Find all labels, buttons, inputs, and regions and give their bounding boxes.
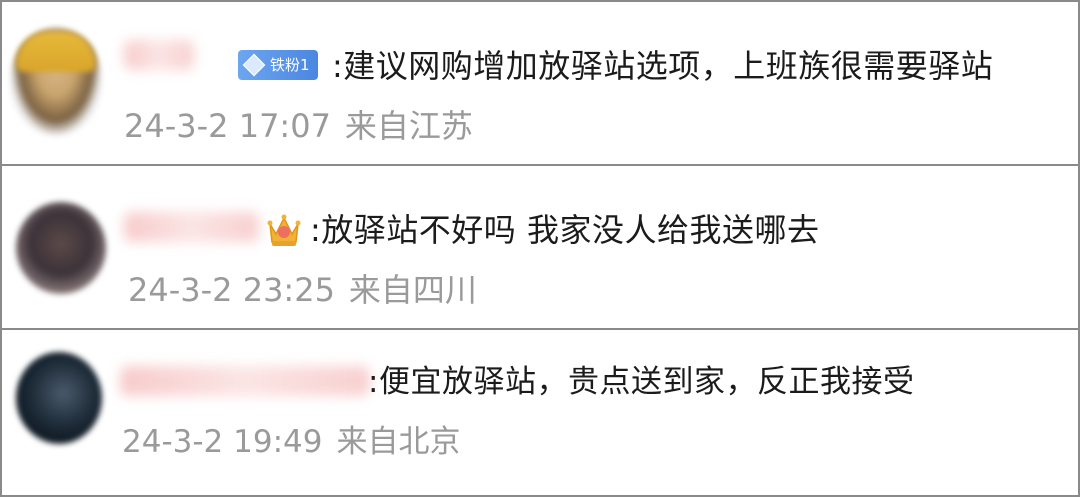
comment-meta: 24-3-2 23:25 来自四川: [128, 270, 477, 310]
comment-item: 铁粉1 :建议网购增加放驿站选项，上班族很需要驿站 24-3-2 17:07 来…: [0, 0, 1080, 166]
diamond-icon: [242, 53, 266, 77]
comment-text: :建议网购增加放驿站选项，上班族很需要驿站: [332, 47, 994, 85]
username-blurred[interactable]: [124, 212, 259, 242]
comment-meta: 24-3-2 19:49 来自北京: [122, 422, 460, 462]
username-blurred[interactable]: [120, 366, 370, 396]
comment-meta: 24-3-2 17:07 来自江苏: [124, 106, 473, 146]
comment-text: :便宜放驿站，贵点送到家，反正我接受: [368, 364, 915, 400]
comment-location: 来自四川: [348, 271, 477, 309]
avatar[interactable]: [16, 352, 102, 444]
crown-icon: [267, 214, 301, 246]
comment-text: :放驿站不好吗 我家没人给我送哪去: [310, 211, 820, 249]
comment-item: :便宜放驿站，贵点送到家，反正我接受 24-3-2 19:49 来自北京: [0, 328, 1080, 497]
comment-item: :放驿站不好吗 我家没人给我送哪去 24-3-2 23:25 来自四川: [0, 164, 1080, 330]
avatar[interactable]: [16, 202, 106, 294]
comment-time: 24-3-2 23:25: [128, 271, 335, 309]
comment-list: 铁粉1 :建议网购增加放驿站选项，上班族很需要驿站 24-3-2 17:07 来…: [0, 0, 1080, 497]
comment-location: 来自北京: [336, 424, 461, 460]
comment-location: 来自江苏: [344, 107, 473, 145]
avatar-hat-blur: [16, 32, 96, 72]
username-blurred[interactable]: [124, 40, 194, 70]
fan-badge-label: 铁粉1: [270, 56, 310, 74]
comment-time: 24-3-2 17:07: [124, 107, 331, 145]
comment-time: 24-3-2 19:49: [122, 424, 323, 460]
fan-badge[interactable]: 铁粉1: [238, 50, 318, 80]
